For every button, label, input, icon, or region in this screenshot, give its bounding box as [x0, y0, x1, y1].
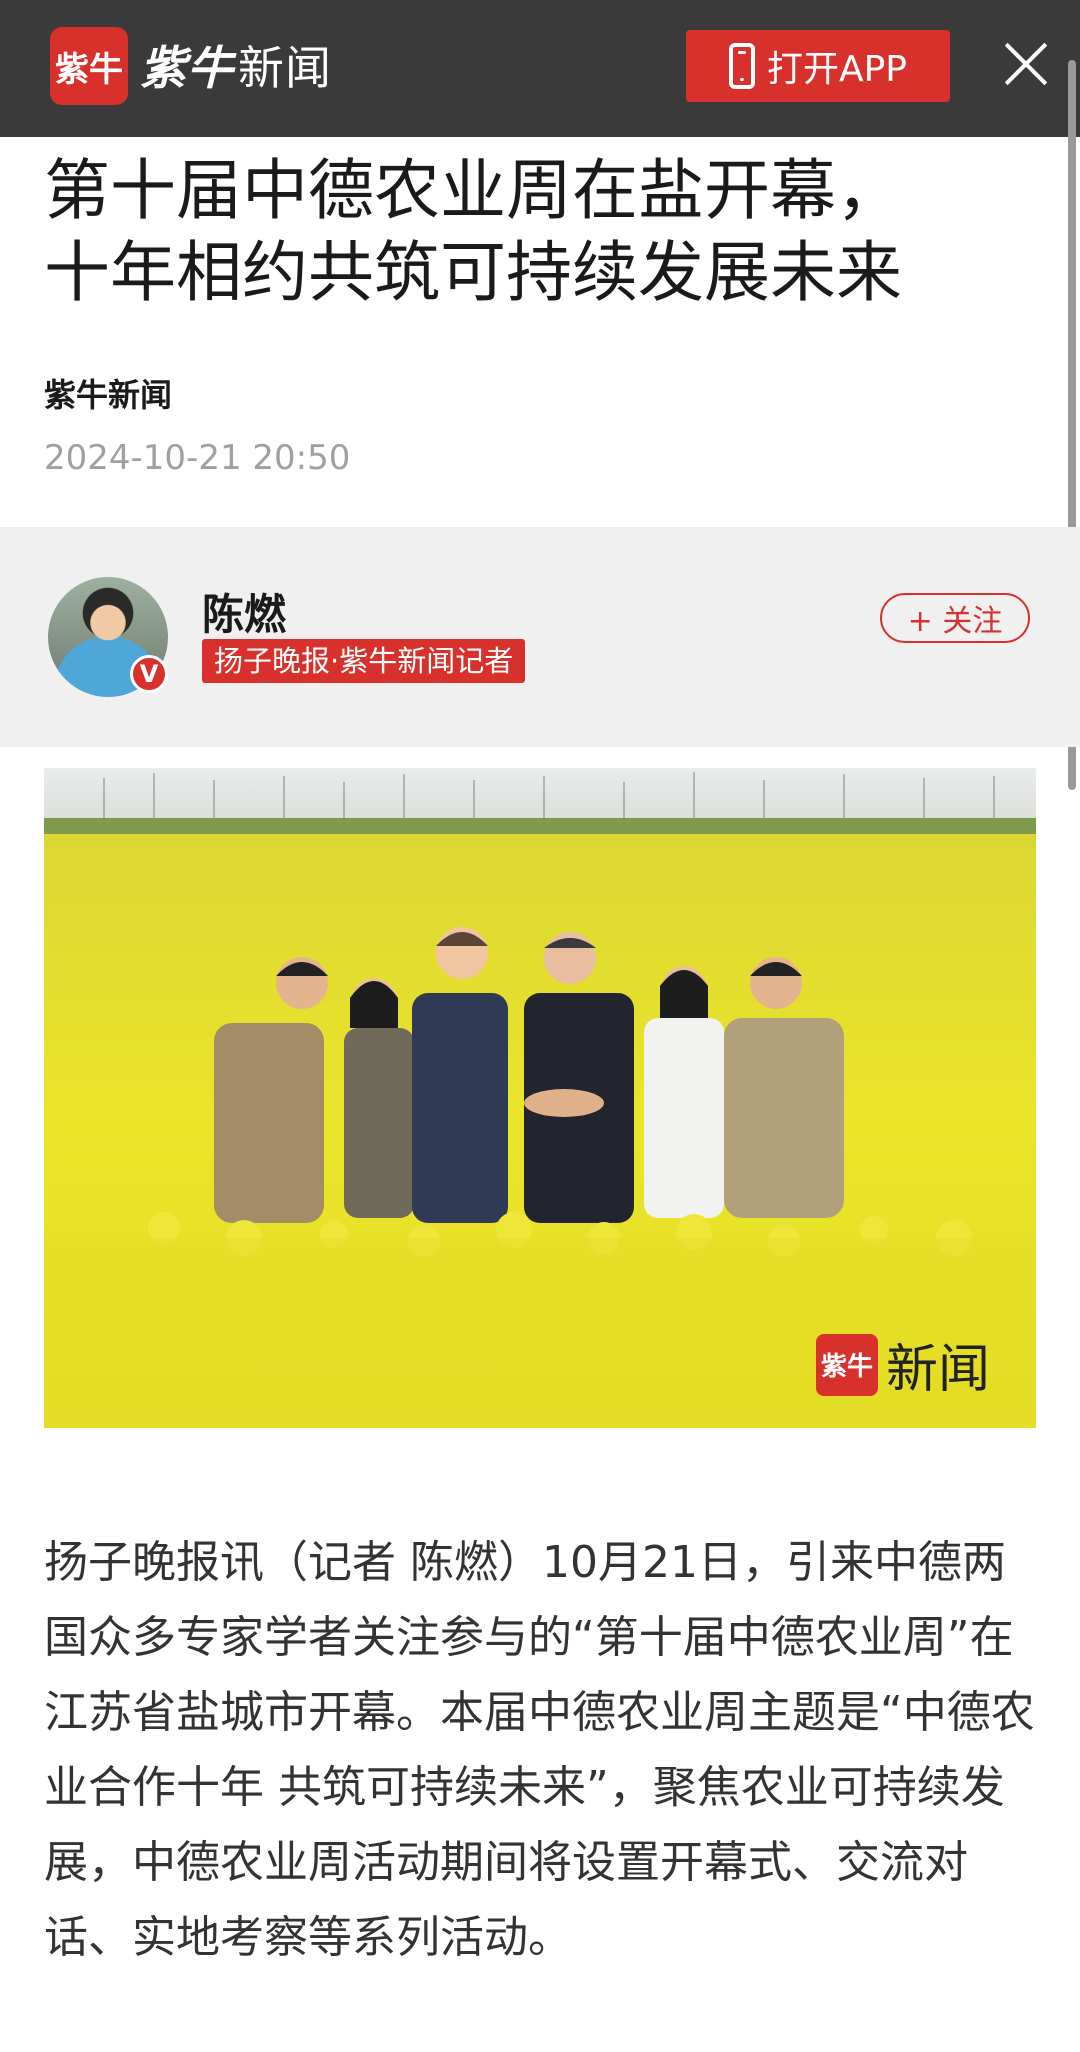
author-name[interactable]: 陈燃 [202, 581, 286, 642]
photo-watermark: 紫牛 新闻 [815, 1327, 990, 1402]
open-app-button[interactable]: 打开APP [686, 30, 950, 102]
author-title-badge: 扬子晚报·紫牛新闻记者 [202, 639, 526, 683]
article-source[interactable]: 紫牛新闻 [44, 370, 172, 416]
watermark-badge-text: 紫牛 [820, 1352, 873, 1382]
phone-icon [728, 43, 755, 89]
article-date: 2024-10-21 20:50 [44, 438, 351, 478]
app-logo[interactable]: 紫牛 新闻 [140, 30, 332, 100]
author-card: V 陈燃 扬子晚报·紫牛新闻记者 + 关注 [0, 527, 1080, 747]
avatar[interactable]: V [48, 577, 168, 697]
logo-badge-text: 紫牛 [55, 49, 123, 90]
open-app-label: 打开APP [766, 49, 908, 90]
article-paragraph: 扬子晚报讯（记者 陈燃）10月21日，引来中德两国众多专家学者关注参与的“第十届… [44, 1537, 1035, 1963]
verified-badge-icon: V [130, 655, 168, 693]
follow-button[interactable]: + 关注 [880, 593, 1030, 643]
logo-badge-icon[interactable]: 紫牛 [50, 27, 128, 105]
watermark-logo-icon: 紫牛 [815, 1333, 878, 1396]
article-photo[interactable]: 紫牛 新闻 [44, 768, 1036, 1428]
verified-mark: V [139, 660, 159, 688]
logo-brand: 紫牛 [140, 41, 234, 95]
close-icon[interactable] [1000, 38, 1052, 90]
article-title: 第十届中德农业周在盐开幕， 十年相约共筑可持续发展未来 [44, 152, 902, 311]
watermark-text: 新闻 [885, 1340, 990, 1400]
top-bar: 紫牛 紫牛 新闻 打开APP [0, 0, 1080, 137]
logo-name: 新闻 [238, 41, 332, 95]
